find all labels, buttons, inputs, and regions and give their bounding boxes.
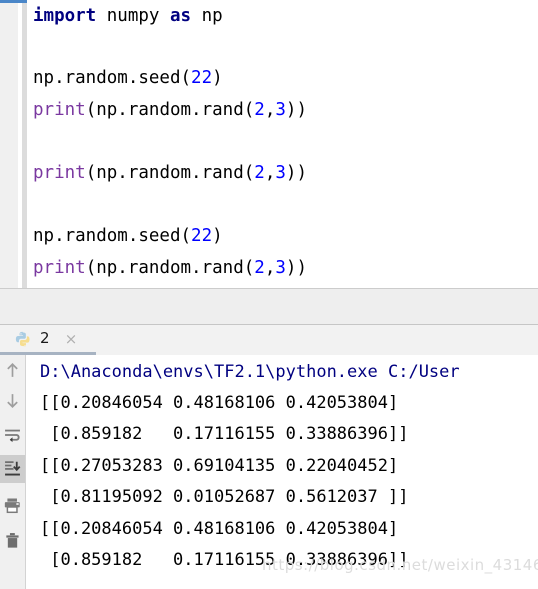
code-token: )) (285, 163, 307, 183)
code-line: print(np.random.rand(2,3)) (33, 100, 307, 120)
code-token: 2 (254, 163, 265, 183)
code-token: 3 (275, 258, 286, 278)
code-token: print (33, 100, 86, 120)
pycharm-window: import numpy as np np.random.seed(22) pri… (0, 0, 538, 589)
code-token: 2 (254, 258, 265, 278)
scroll-down-button[interactable] (0, 387, 25, 415)
close-icon[interactable]: × (63, 331, 79, 347)
soft-wrap-button[interactable] (0, 422, 25, 450)
code-line: print(np.random.rand(2,3)) (33, 163, 307, 183)
scroll-up-button[interactable] (0, 357, 25, 385)
code-token: , (264, 100, 276, 120)
code-text-area[interactable]: import numpy as np np.random.seed(22) pri… (27, 0, 538, 288)
console-output-line: [[0.20846054 0.48168106 0.42053804] (40, 393, 399, 413)
splitter-top-border (0, 288, 538, 289)
code-token: 3 (275, 100, 286, 120)
console-output-line: [[0.20846054 0.48168106 0.42053804] (40, 519, 399, 539)
code-token: (np.random.rand( (85, 163, 255, 183)
code-token: print (33, 163, 86, 183)
code-token: 22 (191, 226, 213, 246)
python-logo-icon (14, 331, 32, 349)
panel-splitter[interactable] (0, 288, 538, 325)
console-tabs-bar: 2 × (0, 325, 538, 356)
console-tab-label: 2 (40, 329, 50, 347)
console-tab[interactable]: 2 × (0, 325, 96, 356)
code-token: np.random.seed( (33, 226, 192, 246)
print-button[interactable] (0, 492, 25, 520)
code-token: , (264, 258, 276, 278)
console-output-line: [0.859182 0.17116155 0.33886396]] (40, 424, 409, 444)
console-output-line: [0.859182 0.17116155 0.33886396]] (40, 550, 409, 570)
code-token: print (33, 258, 86, 278)
console-command-line: D:\Anaconda\envs\TF2.1\python.exe C:/Use… (40, 362, 460, 382)
code-token: , (264, 163, 276, 183)
code-line: import numpy as np (33, 6, 223, 26)
code-token: (np.random.rand( (85, 258, 255, 278)
code-token: np (191, 6, 223, 26)
code-token: 2 (254, 100, 265, 120)
code-editor-pane[interactable]: import numpy as np np.random.seed(22) pri… (0, 0, 538, 288)
code-token: ) (212, 68, 223, 88)
run-console-pane: D:\Anaconda\envs\TF2.1\python.exe C:/Use… (0, 355, 538, 589)
console-output-line: [0.81195092 0.01052687 0.5612037 ]] (40, 487, 409, 507)
code-token: )) (285, 258, 307, 278)
code-token: 22 (191, 68, 213, 88)
scroll-to-end-button[interactable] (0, 455, 25, 483)
code-token: (np.random.rand( (85, 100, 255, 120)
console-toolbar (0, 355, 25, 589)
code-token: ) (212, 226, 223, 246)
console-output-line: [[0.27053283 0.69104135 0.22040452] (40, 456, 399, 476)
code-token: as (170, 6, 192, 26)
console-output[interactable]: D:\Anaconda\envs\TF2.1\python.exe C:/Use… (26, 355, 538, 589)
code-token: np.random.seed( (33, 68, 192, 88)
code-token: numpy (106, 6, 160, 26)
code-line: print(np.random.rand(2,3)) (33, 258, 307, 278)
clear-all-button[interactable] (0, 527, 25, 555)
code-line: np.random.seed(22) (33, 68, 223, 88)
editor-gutter[interactable] (0, 0, 18, 288)
code-line: np.random.seed(22) (33, 226, 223, 246)
code-token: )) (285, 100, 307, 120)
code-token: 3 (275, 163, 286, 183)
code-token: import (33, 6, 97, 26)
